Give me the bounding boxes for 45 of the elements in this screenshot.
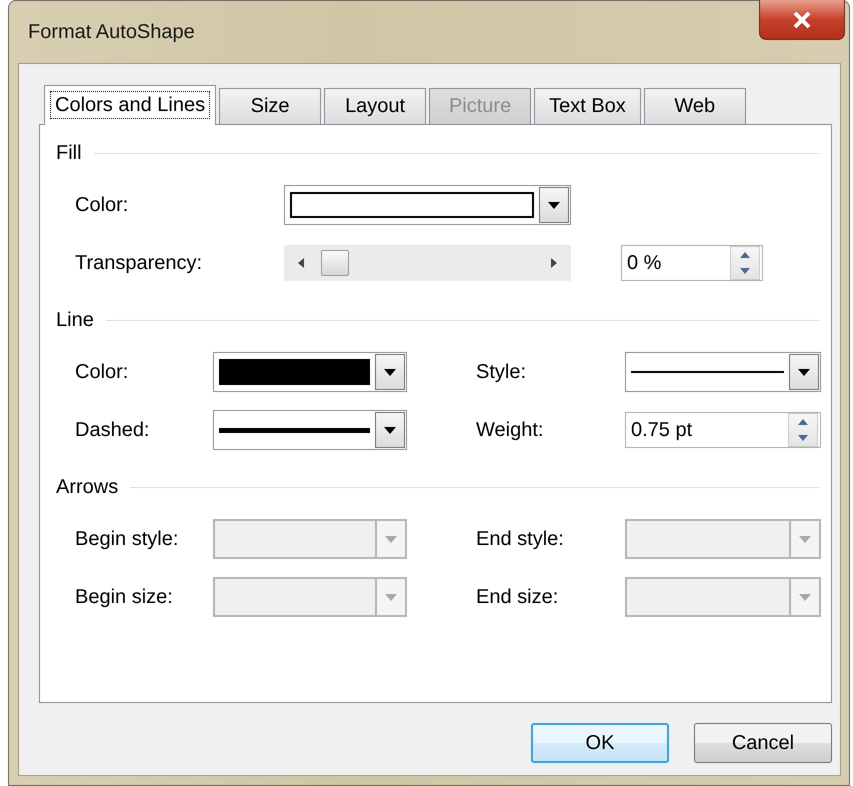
field-label: Begin size:: [74, 586, 174, 608]
section-title: Line: [56, 308, 94, 332]
ok-button[interactable]: OK: [531, 723, 669, 763]
field-label: Color:: [74, 194, 130, 216]
field-label: Dashed:: [74, 418, 150, 442]
slider[interactable]: [284, 245, 571, 281]
slider-thumb[interactable]: [321, 250, 349, 276]
close-icon: [792, 10, 812, 28]
line-dropdown[interactable]: [625, 352, 821, 392]
caret-icon: [798, 368, 810, 376]
field-label: Style:: [475, 360, 528, 384]
caret-icon: [384, 368, 396, 376]
caret-icon: [385, 594, 397, 600]
close-button[interactable]: [759, 0, 845, 40]
tab[interactable]: Layout: [324, 88, 426, 124]
tab[interactable]: Colors and Lines: [44, 85, 216, 125]
color-dropdown[interactable]: [284, 185, 571, 225]
section-title: Fill: [56, 142, 82, 164]
up-arrow-icon[interactable]: [740, 252, 750, 258]
color-dropdown[interactable]: [213, 352, 407, 392]
spin-field[interactable]: 0.75 pt: [625, 412, 821, 448]
field-label: Weight:: [475, 418, 544, 442]
tab[interactable]: Size: [219, 88, 322, 124]
section-title: Arrows: [56, 476, 118, 498]
cancel-button[interactable]: Cancel: [694, 723, 832, 763]
caret-icon: [799, 594, 811, 600]
down-arrow-icon[interactable]: [740, 268, 750, 274]
field-label: End size:: [475, 586, 560, 608]
line-dropdown[interactable]: [213, 410, 407, 450]
window-title: Format AutoShape: [28, 20, 195, 44]
caret-icon: [384, 426, 396, 434]
caret-icon: [385, 536, 397, 542]
right-arrow-icon[interactable]: [551, 258, 557, 268]
tab[interactable]: Text Box: [534, 88, 641, 124]
field-label: Transparency:: [74, 252, 204, 274]
down-arrow-icon[interactable]: [798, 435, 808, 441]
tab[interactable]: Web: [644, 88, 746, 124]
up-arrow-icon[interactable]: [798, 419, 808, 425]
caret-icon: [548, 202, 560, 208]
left-arrow-icon[interactable]: [298, 258, 304, 268]
field-label: Color:: [74, 360, 130, 384]
field-label: End style:: [475, 528, 565, 550]
field-label: Begin style:: [74, 528, 180, 550]
spin-field[interactable]: 0 %: [621, 245, 763, 281]
caret-icon: [799, 536, 811, 542]
